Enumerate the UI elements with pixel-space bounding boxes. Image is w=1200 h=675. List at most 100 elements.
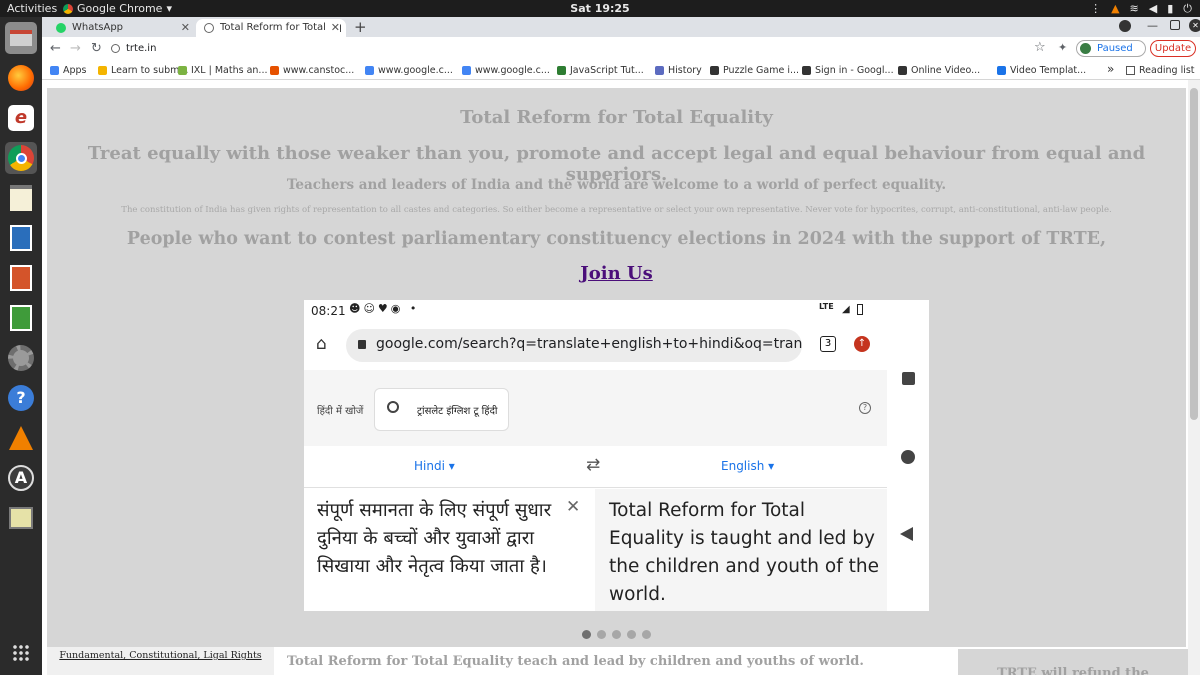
text-editor-icon[interactable] [5, 182, 37, 214]
globe-icon [204, 23, 214, 33]
carousel-dot[interactable] [597, 630, 606, 639]
system-tray[interactable]: ⋮ ▲ ≋ ◀ ▮ ⏻ [1090, 0, 1192, 17]
files-icon[interactable] [5, 22, 37, 54]
bookmark-favicon-icon [997, 66, 1006, 75]
home-circle-icon[interactable] [901, 450, 915, 464]
maximize-button[interactable] [1170, 20, 1180, 30]
hindi-search-chip[interactable]: ट्रांसलेट इंग्लिश टू हिंदी [374, 388, 509, 431]
bookmark-label: Apps [63, 65, 87, 76]
target-language-button[interactable]: English ▾ [721, 459, 774, 473]
join-us-link[interactable]: Join Us [47, 263, 1186, 284]
upload-icon[interactable]: ↑ [854, 336, 870, 352]
bookmarks-overflow-button[interactable]: » [1107, 62, 1114, 76]
bookmark-item[interactable]: Apps [50, 63, 87, 78]
writer-icon[interactable] [5, 222, 37, 254]
update-button[interactable]: Update [1150, 40, 1196, 57]
address-bar[interactable]: trte.in [126, 41, 156, 57]
source-text: संपूर्ण समानता के लिए संपूर्ण सुधार दुनि… [317, 500, 552, 577]
paused-label: Paused [1097, 43, 1133, 54]
volume-icon: ◀ [1148, 2, 1158, 15]
help-circle-icon[interactable]: ? [859, 402, 871, 414]
new-tab-button[interactable]: + [354, 18, 367, 36]
app-name: Google Chrome [77, 2, 163, 15]
bookmark-item[interactable]: www.canstoc... [270, 63, 354, 78]
close-icon[interactable]: ✕ [327, 19, 340, 37]
phone-address-bar[interactable]: google.com/search?q=translate+english+to… [346, 329, 802, 362]
bookmark-item[interactable]: Learn to subm... [98, 63, 188, 78]
bookmark-item[interactable]: Puzzle Game i... [710, 63, 799, 78]
bookmark-item[interactable]: Video Templat... [997, 63, 1086, 78]
phone-screenshot: 08:21 ☻☺♥◉ • LTE ◢ ⌂ google.com/search?q… [304, 300, 929, 611]
chevron-down-icon: ▾ [768, 459, 775, 473]
reading-list-icon [1126, 66, 1135, 75]
launcher-dock: e ? A [0, 17, 42, 675]
profile-paused-button[interactable]: Paused [1076, 40, 1146, 57]
phone-search-area: हिंदी में खोजें ट्रांसलेट इंग्लिश टू हिं… [304, 370, 887, 446]
bookmark-favicon-icon [270, 66, 279, 75]
tab-label: Total Reform for Total Eq [220, 22, 342, 33]
tab-trte[interactable]: Total Reform for Total Eq ✕ [196, 19, 346, 37]
home-icon[interactable]: ⌂ [316, 334, 327, 354]
back-triangle-icon[interactable] [900, 527, 913, 541]
image-viewer-icon[interactable] [5, 502, 37, 534]
reading-list-button[interactable]: Reading list [1126, 63, 1195, 78]
software-updater-icon[interactable]: A [5, 462, 37, 494]
reload-button[interactable]: ↻ [91, 40, 102, 58]
bookmark-item[interactable]: www.google.c... [462, 63, 550, 78]
window-close-button[interactable]: ✕ [1189, 19, 1200, 32]
browser-e-icon[interactable]: e [5, 102, 37, 134]
info-icon[interactable] [111, 44, 120, 53]
bookmark-item[interactable]: Sign in - Googl... [802, 63, 894, 78]
bookmark-item[interactable]: IXL | Maths an... [178, 63, 267, 78]
wifi-icon: ≋ [1129, 2, 1139, 15]
bookmark-label: JavaScript Tut... [570, 65, 644, 76]
language-row: Hindi ▾ ⇄ English ▾ [304, 448, 887, 488]
constitution-note: The constitution of India has given righ… [121, 205, 1112, 215]
bookmark-item[interactable]: JavaScript Tut... [557, 63, 644, 78]
bookmark-item[interactable]: Online Video... [898, 63, 980, 78]
rights-link[interactable]: Fundamental, Constitutional, Ligal Right… [47, 650, 274, 661]
bookmark-star-icon[interactable]: ☆ [1034, 40, 1046, 55]
carousel-dot[interactable] [627, 630, 636, 639]
back-button[interactable]: ← [50, 40, 61, 58]
tab-count-button[interactable]: 3 [820, 336, 836, 352]
bookmark-label: Puzzle Game i... [723, 65, 800, 76]
clear-text-icon[interactable]: ✕ [566, 497, 580, 517]
carousel-dot[interactable] [612, 630, 621, 639]
vlc-icon[interactable] [5, 422, 37, 454]
help-icon[interactable]: ? [5, 382, 37, 414]
scrollbar-thumb[interactable] [1190, 88, 1198, 420]
bookmark-item[interactable]: History [655, 63, 702, 78]
bookmark-favicon-icon [710, 66, 719, 75]
forward-button[interactable]: → [70, 40, 81, 58]
show-apps-icon[interactable] [5, 637, 37, 669]
hero-banner: Total Reform for Total Equality Treat eq… [47, 88, 1186, 647]
settings-icon[interactable] [5, 342, 37, 374]
extensions-icon[interactable]: ✦ [1058, 41, 1067, 54]
bookmark-label: Sign in - Googl... [815, 65, 894, 76]
reading-list-label: Reading list [1139, 65, 1195, 76]
page-scrollbar[interactable] [1188, 80, 1200, 675]
chrome-dock-icon[interactable] [5, 142, 37, 174]
calc-icon[interactable] [5, 302, 37, 334]
notification-icons: ☻☺♥◉ • [349, 302, 420, 315]
impress-icon[interactable] [5, 262, 37, 294]
carousel-dot[interactable] [582, 630, 591, 639]
bookmark-item[interactable]: www.google.c... [365, 63, 453, 78]
tab-whatsapp[interactable]: WhatsApp ✕ [48, 19, 196, 37]
tab-search-icon[interactable] [1119, 20, 1131, 32]
swap-languages-icon[interactable]: ⇄ [586, 455, 600, 475]
sidebar-box: Fundamental, Constitutional, Ligal Right… [47, 647, 274, 675]
chevron-down-icon: ▾ [448, 459, 455, 473]
minimize-button[interactable]: — [1147, 19, 1158, 32]
bookmark-label: www.canstoc... [283, 65, 355, 76]
close-icon[interactable]: ✕ [181, 19, 190, 37]
firefox-icon[interactable] [5, 62, 37, 94]
source-text-pane[interactable]: संपूर्ण समानता के लिए संपूर्ण सुधार दुनि… [304, 489, 595, 611]
carousel-dot[interactable] [642, 630, 651, 639]
activities-button[interactable]: Activities [7, 0, 57, 17]
source-language-button[interactable]: Hindi ▾ [414, 459, 455, 473]
clock[interactable]: Sat 19:25 [0, 0, 1200, 17]
recents-icon[interactable] [902, 372, 915, 385]
app-menu[interactable]: Google Chrome ▾ [63, 0, 172, 17]
